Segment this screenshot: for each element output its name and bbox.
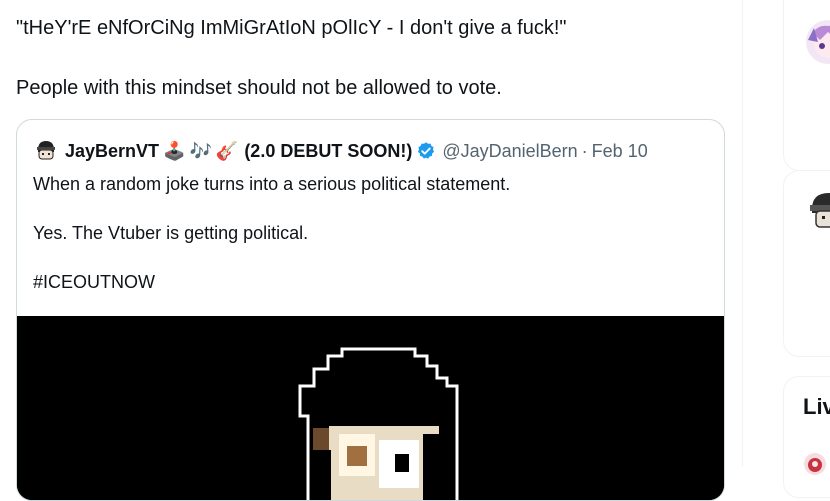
column-divider	[742, 0, 743, 467]
quoted-tweet-body-line-2: Yes. The Vtuber is getting political.	[33, 223, 309, 243]
quoted-tweet-header: JayBernVT 🕹️ 🎶 🎸 (2.0 DEBUT SOON!) @JayD…	[33, 138, 648, 164]
sidebar-avatar-1[interactable]	[806, 20, 830, 64]
joystick-emoji: 🕹️	[163, 140, 186, 161]
quoted-tweet-media[interactable]	[17, 316, 724, 500]
guitar-emoji: 🎸	[215, 140, 239, 161]
quoted-tweet-date[interactable]: Feb 10	[592, 141, 648, 162]
sidebar-card-middle	[783, 170, 830, 357]
sidebar-avatar-2[interactable]	[806, 187, 830, 233]
quoted-author-name[interactable]: JayBernVT	[65, 141, 159, 162]
quoted-tweet[interactable]: JayBernVT 🕹️ 🎶 🎸 (2.0 DEBUT SOON!) @JayD…	[16, 119, 725, 501]
quoted-tweet-body-line-1: When a random joke turns into a serious …	[33, 174, 511, 194]
quoted-author-handle[interactable]: @JayDanielBern	[442, 141, 577, 162]
tweet-text-line-1: "tHeY'rE eNfOrCiNg ImMiGrAtIoN pOlIcY - …	[16, 17, 567, 39]
main-column: "tHeY'rE eNfOrCiNg ImMiGrAtIoN pOlIcY - …	[0, 0, 742, 501]
hashtag-link[interactable]: #ICEOUTNOW	[33, 271, 155, 293]
sidebar-section-title: Liv	[803, 394, 830, 419]
pixel-art-image	[17, 316, 724, 500]
quoted-author-name-suffix[interactable]: (2.0 DEBUT SOON!)	[244, 141, 412, 162]
quoted-author-avatar[interactable]	[33, 138, 59, 164]
sidebar-card-top	[783, 0, 830, 171]
verified-badge-icon	[416, 141, 436, 161]
header-separator: ·	[581, 140, 588, 161]
sidebar-avatar-3[interactable]	[804, 453, 826, 475]
tweet-text-line-2: People with this mindset should not be a…	[16, 77, 502, 99]
music-notes-emoji: 🎶	[189, 140, 212, 161]
